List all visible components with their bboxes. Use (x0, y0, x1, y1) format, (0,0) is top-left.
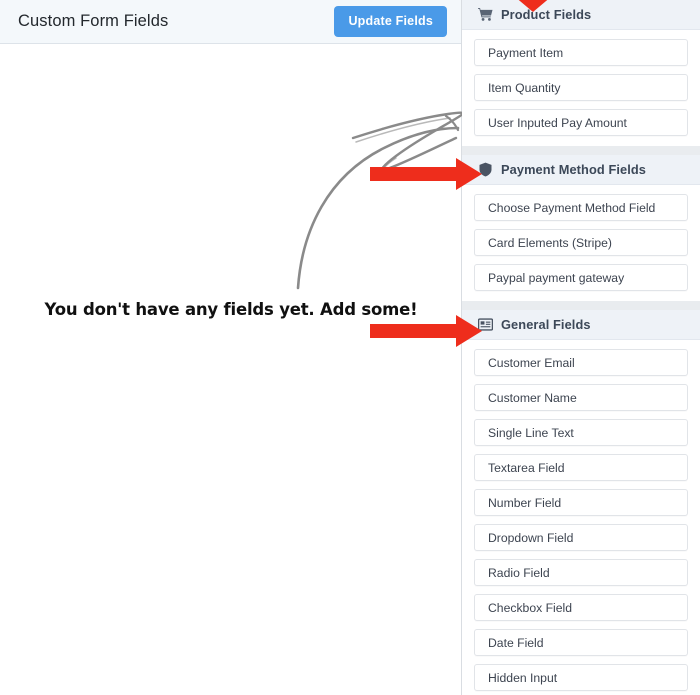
field-item[interactable]: Customer Email (474, 349, 688, 376)
form-editor-panel: Custom Form Fields Update Fields You don… (0, 0, 462, 695)
empty-state-message: You don't have any fields yet. Add some! (44, 300, 418, 319)
group-title: General Fields (501, 317, 591, 332)
shopping-cart-icon (478, 7, 493, 22)
hand-drawn-curved-arrow-doodle (296, 111, 462, 290)
field-item[interactable]: Checkbox Field (474, 594, 688, 621)
field-item[interactable]: Dropdown Field (474, 524, 688, 551)
group-header-payment-method-fields[interactable]: Payment Method Fields (462, 155, 700, 185)
editor-header: Custom Form Fields Update Fields (0, 0, 461, 44)
group-title: Product Fields (501, 7, 592, 22)
field-item[interactable]: Textarea Field (474, 454, 688, 481)
group-header-product-fields[interactable]: Product Fields (462, 0, 700, 30)
field-item[interactable]: Item Quantity (474, 74, 688, 101)
field-group-product-fields: Product Fields Payment Item Item Quantit… (462, 0, 700, 146)
fields-sidebar[interactable]: Product Fields Payment Item Item Quantit… (462, 0, 700, 695)
field-item[interactable]: Radio Field (474, 559, 688, 586)
field-group-general-fields: General Fields Customer Email Customer N… (462, 310, 700, 695)
update-fields-button[interactable]: Update Fields (334, 6, 447, 37)
shield-icon (478, 162, 493, 177)
form-list-icon (478, 317, 493, 332)
field-item[interactable]: Number Field (474, 489, 688, 516)
form-canvas-dropzone[interactable]: You don't have any fields yet. Add some! (0, 44, 462, 695)
field-item[interactable]: User Inputed Pay Amount (474, 109, 688, 136)
field-item[interactable]: Single Line Text (474, 419, 688, 446)
field-item[interactable]: Date Field (474, 629, 688, 656)
form-builder-app: Custom Form Fields Update Fields You don… (0, 0, 700, 695)
field-item[interactable]: Customer Name (474, 384, 688, 411)
group-body-general-fields: Customer Email Customer Name Single Line… (462, 340, 700, 695)
group-body-product-fields: Payment Item Item Quantity User Inputed … (462, 30, 700, 146)
group-title: Payment Method Fields (501, 162, 647, 177)
group-header-general-fields[interactable]: General Fields (462, 310, 700, 340)
field-item[interactable]: Choose Payment Method Field (474, 194, 688, 221)
field-group-payment-method-fields: Payment Method Fields Choose Payment Met… (462, 155, 700, 301)
field-item[interactable]: Hidden Input (474, 664, 688, 691)
field-item[interactable]: Card Elements (Stripe) (474, 229, 688, 256)
group-body-payment-method-fields: Choose Payment Method Field Card Element… (462, 185, 700, 301)
page-title: Custom Form Fields (18, 12, 169, 30)
field-item[interactable]: Paypal payment gateway (474, 264, 688, 291)
field-item[interactable]: Payment Item (474, 39, 688, 66)
